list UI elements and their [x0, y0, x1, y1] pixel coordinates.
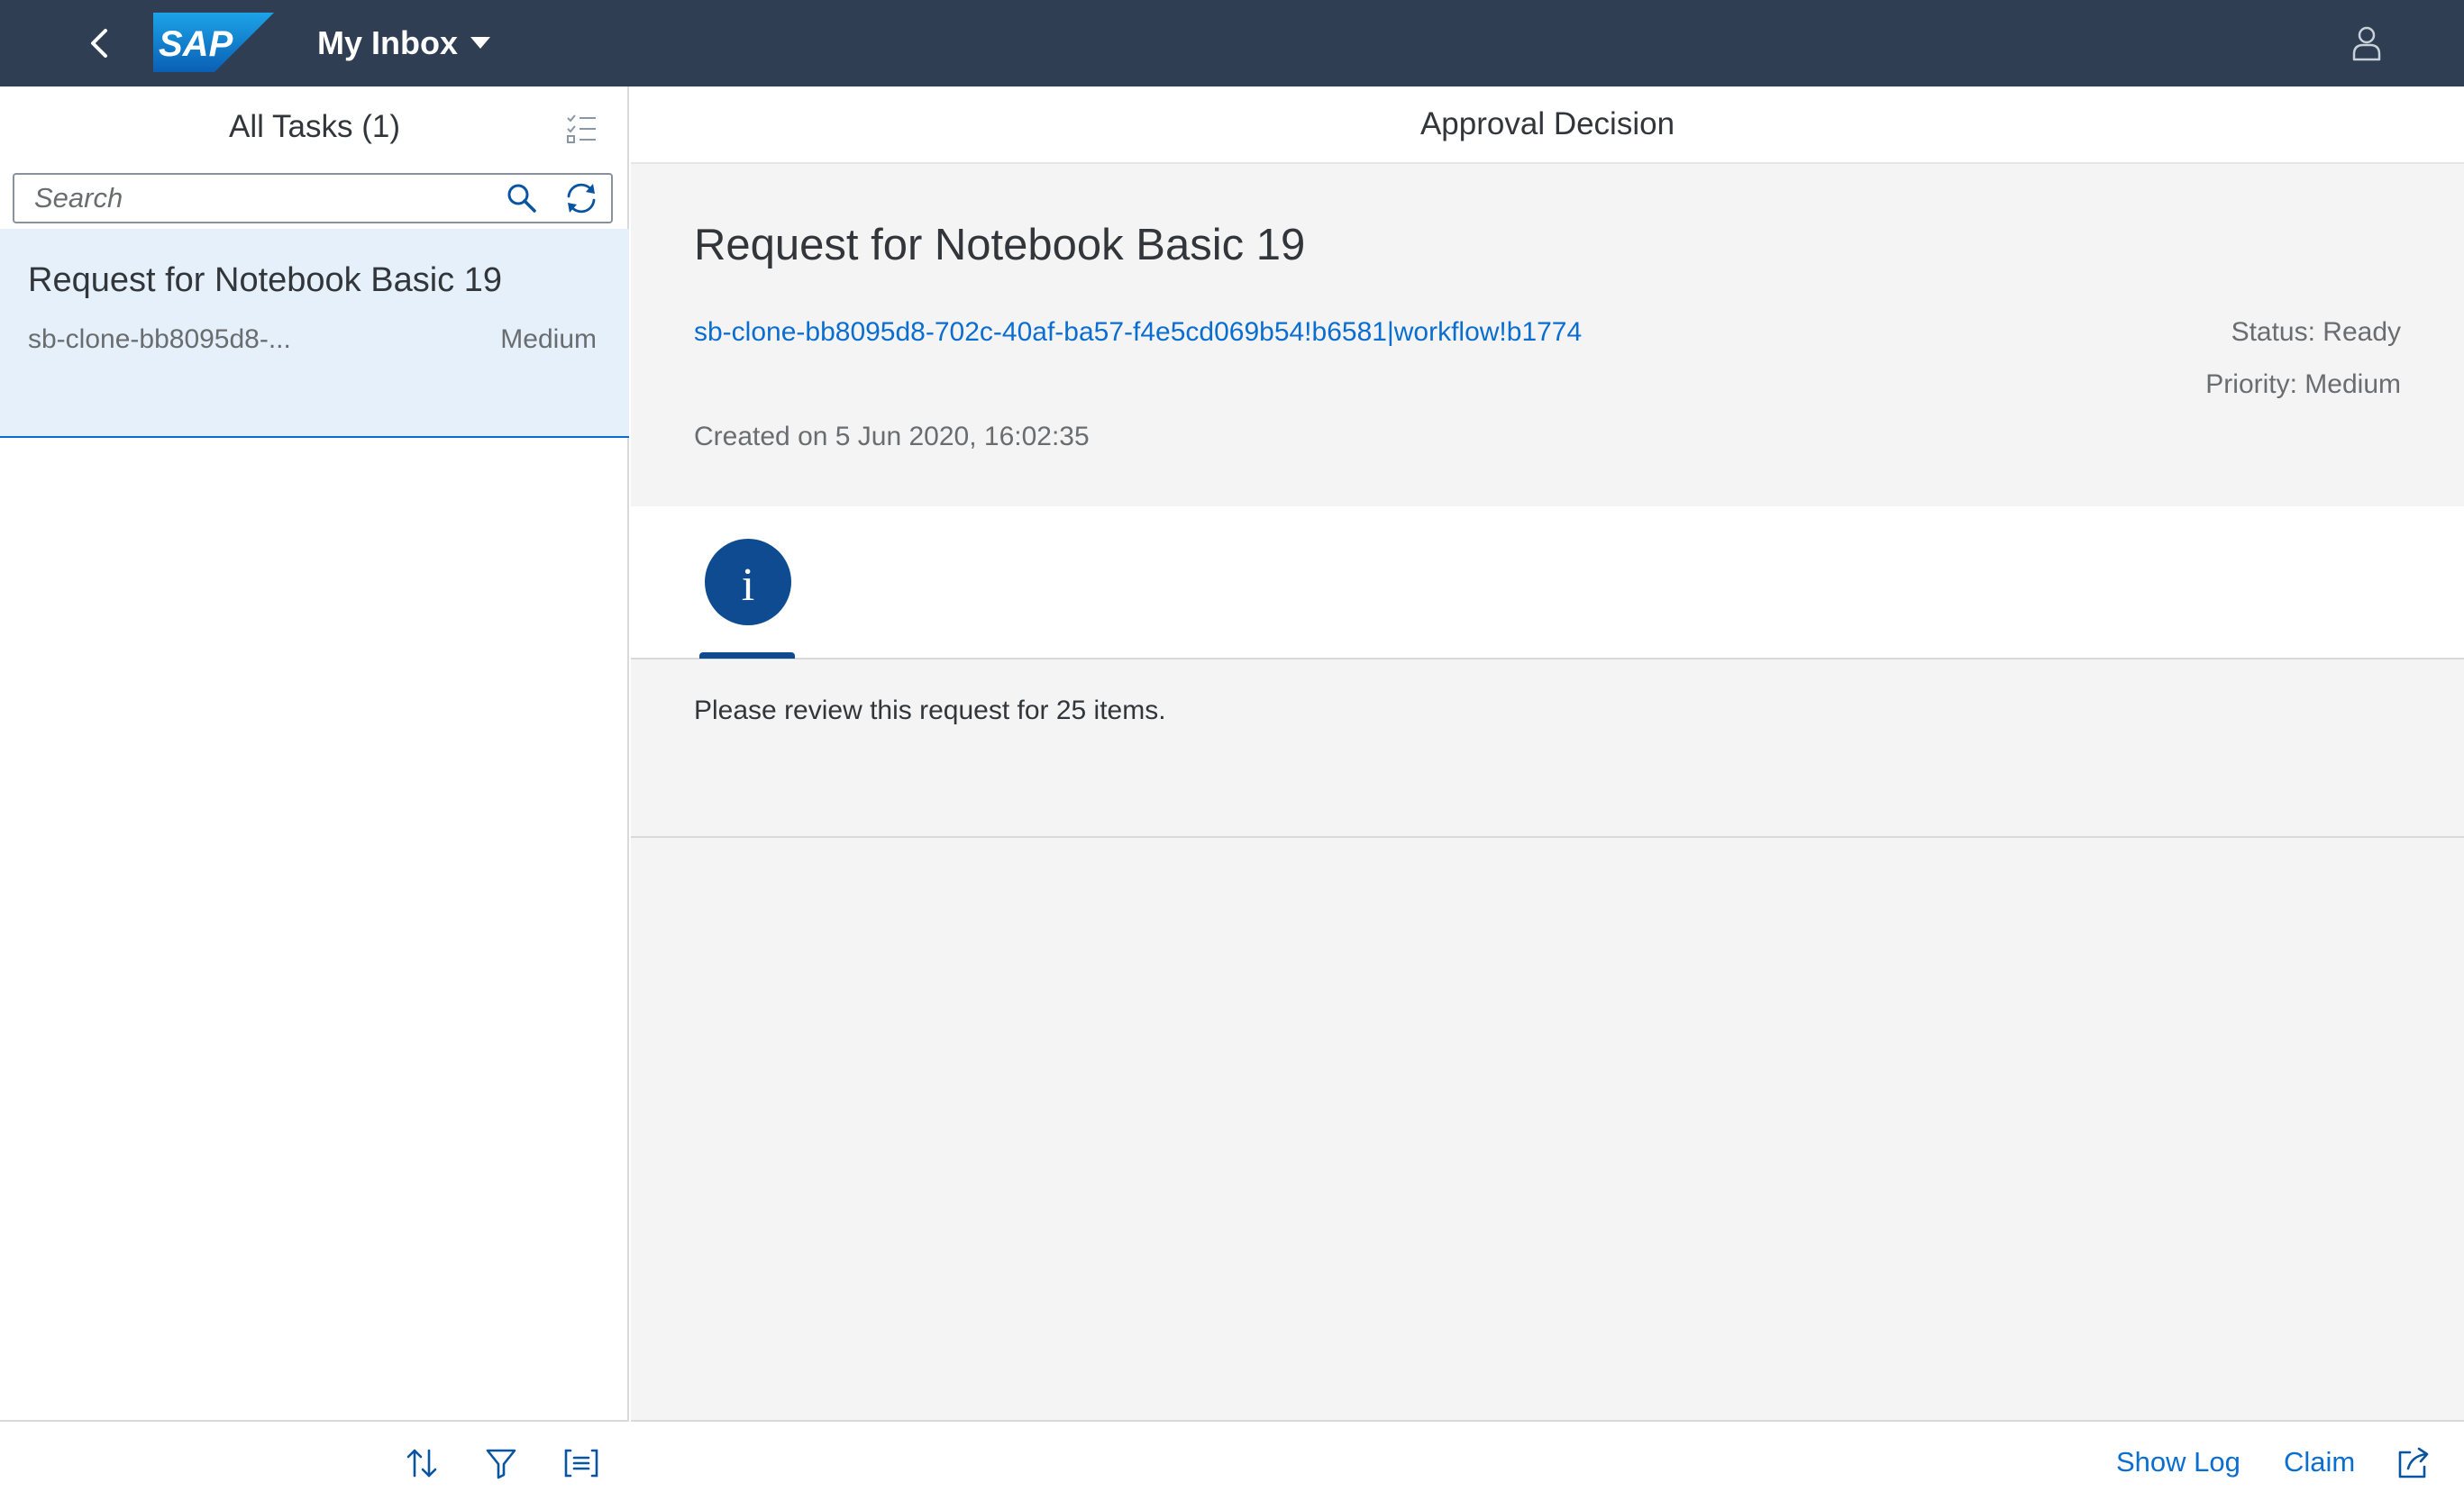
- person-icon: [2352, 26, 2381, 61]
- multi-select-icon: [567, 114, 596, 143]
- task-title: Request for Notebook Basic 19: [28, 261, 502, 299]
- detail-pane: Approval Decision Request for Notebook B…: [631, 86, 2464, 1501]
- master-footer-toolbar: [0, 1420, 629, 1501]
- search-button[interactable]: [492, 175, 552, 222]
- filter-button[interactable]: [476, 1438, 526, 1488]
- app-title-menu[interactable]: My Inbox: [317, 0, 491, 86]
- share-icon: [2398, 1447, 2429, 1478]
- user-profile-button[interactable]: [2340, 16, 2394, 70]
- refresh-button[interactable]: [552, 175, 611, 222]
- share-button[interactable]: [2388, 1438, 2439, 1488]
- task-id: sb-clone-bb8095d8-...: [28, 324, 291, 354]
- master-title: All Tasks (1): [229, 109, 400, 144]
- claim-button[interactable]: Claim: [2284, 1422, 2355, 1501]
- task-list-item[interactable]: Request for Notebook Basic 19 sb-clone-b…: [0, 229, 629, 438]
- svg-text:i: i: [742, 559, 754, 607]
- svg-text:SAP: SAP: [159, 24, 233, 64]
- shell-bar: SAP My Inbox: [0, 0, 2464, 86]
- detail-header: Approval Decision: [631, 86, 2464, 164]
- search-icon: [507, 184, 536, 213]
- object-header: Request for Notebook Basic 19 sb-clone-b…: [631, 166, 2464, 505]
- description-text: Please review this request for 25 items.: [694, 696, 1166, 725]
- multi-select-button[interactable]: [559, 106, 604, 151]
- task-priority: Medium: [500, 324, 597, 354]
- detail-header-title: Approval Decision: [1419, 106, 1675, 141]
- created-date: Created on 5 Jun 2020, 16:02:35: [694, 422, 1090, 451]
- icon-tab-bar: i: [631, 506, 2464, 660]
- detail-footer-toolbar: Show Log Claim: [631, 1420, 2464, 1501]
- sort-button[interactable]: [397, 1438, 447, 1488]
- tab-content: Please review this request for 25 items.: [631, 661, 2464, 838]
- show-log-button[interactable]: Show Log: [2116, 1422, 2240, 1501]
- back-button[interactable]: [72, 16, 126, 70]
- caret-down-icon: [470, 37, 491, 49]
- chevron-left-icon: [91, 29, 107, 58]
- tab-information[interactable]: i: [699, 539, 795, 660]
- search-field: [13, 173, 613, 223]
- group-button[interactable]: [556, 1438, 607, 1488]
- sort-icon: [406, 1449, 437, 1478]
- information-icon: i: [705, 539, 791, 625]
- master-pane: All Tasks (1) Search Request for Noteboo…: [0, 86, 629, 1501]
- tab-selected-indicator: [699, 652, 795, 659]
- master-header: All Tasks (1): [0, 86, 629, 168]
- object-title: Request for Notebook Basic 19: [694, 221, 1306, 269]
- group-icon: [564, 1449, 598, 1478]
- filter-icon: [486, 1449, 516, 1479]
- workflow-link[interactable]: sb-clone-bb8095d8-702c-40af-ba57-f4e5cd0…: [694, 317, 1582, 348]
- app-title: My Inbox: [317, 24, 459, 61]
- priority-text: Priority: Medium: [2205, 369, 2401, 399]
- status-text: Status: Ready: [2231, 317, 2401, 347]
- search-input[interactable]: [14, 175, 492, 222]
- refresh-icon: [567, 183, 596, 214]
- sap-logo: SAP: [153, 13, 274, 72]
